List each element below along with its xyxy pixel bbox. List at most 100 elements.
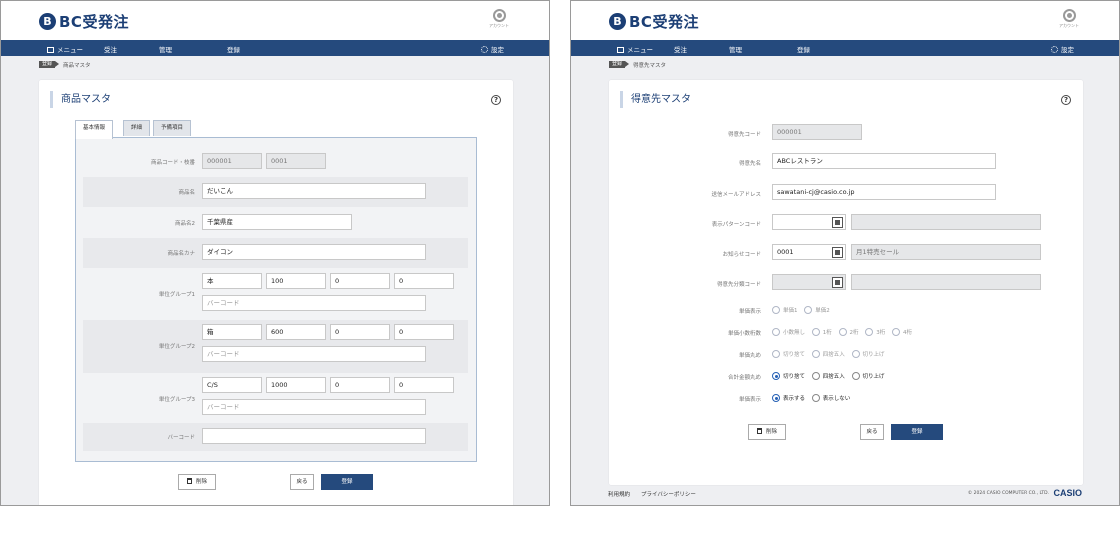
unit-group-3-value2[interactable]: 0: [330, 377, 390, 393]
page-title: 商品マスタ: [50, 91, 111, 108]
nav-order[interactable]: 受注: [104, 44, 117, 54]
app-header: B BC受発注 アカウント: [1, 1, 549, 40]
back-button[interactable]: 戻る: [860, 424, 884, 440]
customer-master-window: B BC受発注 アカウント メニュー 受注 管理 登録 設定 登録 得意先マスタ…: [570, 0, 1120, 506]
account-icon: [492, 9, 506, 22]
unit-group-2-value3[interactable]: 0: [394, 324, 454, 340]
app-logo[interactable]: B BC受発注: [39, 11, 129, 32]
label-product-name2: 商品名2: [175, 221, 195, 227]
save-button[interactable]: 登録: [321, 474, 373, 490]
unit-group-2-unit[interactable]: 箱: [202, 324, 262, 340]
account-label: アカウント: [1059, 23, 1079, 28]
notice-name-field: 月1特売セール: [851, 244, 1041, 260]
unit-group-1-value2[interactable]: 0: [330, 273, 390, 289]
unit-group-3-unit[interactable]: C/S: [202, 377, 262, 393]
label-pattern-code: 表示パターンコード: [711, 222, 761, 228]
product-kana-input[interactable]: ダイコン: [202, 244, 426, 260]
radio-option: 2桁: [838, 328, 859, 336]
email-input[interactable]: sawatani-cj@casio.co.jp: [772, 184, 996, 200]
label-unit-group-2: 単位グループ2: [158, 344, 195, 350]
nav-manage[interactable]: 管理: [159, 44, 172, 54]
app-logo[interactable]: B BC受発注: [609, 11, 699, 32]
label-price-visibility: 単価表示: [738, 397, 761, 403]
label-unit-group-1: 単位グループ1: [158, 292, 195, 298]
form-row-name2: 商品名2 千葉県産: [83, 207, 468, 238]
unit-group-1-value3[interactable]: 0: [394, 273, 454, 289]
help-icon[interactable]: ?: [491, 95, 501, 105]
product-master-window: B BC受発注 アカウント メニュー 受注 管理 登録 設定 登録 商品マスタ …: [0, 0, 550, 506]
unit-group-3-value3[interactable]: 0: [394, 377, 454, 393]
label-category-code: 得意先分類コード: [716, 282, 761, 288]
unit-group-1-barcode[interactable]: バーコード: [202, 295, 426, 311]
radio-label: 切り捨て: [783, 374, 806, 380]
nav-order[interactable]: 受注: [674, 44, 687, 54]
form-row-barcode: バーコード: [83, 423, 468, 451]
total-rounding-radio-group: 切り捨て 四捨五入 切り上げ: [772, 372, 890, 380]
back-button[interactable]: 戻る: [290, 474, 314, 490]
nav-register[interactable]: 登録: [227, 44, 240, 54]
help-icon[interactable]: ?: [1061, 95, 1071, 105]
tab-details[interactable]: 詳細: [123, 120, 151, 136]
account-button[interactable]: アカウント: [489, 9, 509, 29]
customer-name-input[interactable]: ABCレストラン: [772, 153, 996, 169]
form-row-unit-group-3: 単位グループ3 C/S 1000 0 0 バーコード: [83, 373, 468, 423]
radio-circle: [811, 328, 820, 336]
terms-link[interactable]: 利用規約: [608, 490, 630, 498]
logo-mark: B: [39, 13, 56, 30]
nav-register[interactable]: 登録: [797, 44, 810, 54]
lookup-icon[interactable]: [832, 277, 843, 288]
radio-option: 四捨五入: [811, 350, 845, 358]
unit-group-3-qty[interactable]: 1000: [266, 377, 326, 393]
lookup-icon[interactable]: [832, 247, 843, 258]
delete-button[interactable]: 削除: [178, 474, 216, 490]
radio-label: 四捨五入: [822, 374, 845, 380]
nav-manage[interactable]: 管理: [729, 44, 742, 54]
label-product-kana: 商品名カナ: [167, 251, 195, 257]
privacy-link[interactable]: プライバシーポリシー: [641, 490, 696, 498]
radio-circle: [851, 372, 860, 380]
brand-logo: CASIO: [1053, 488, 1082, 498]
form-row-name: 商品名 だいこん: [83, 177, 468, 207]
label-customer-name: 得意先名: [738, 161, 761, 167]
unit-group-1-unit[interactable]: 本: [202, 273, 262, 289]
nav-settings[interactable]: 設定: [481, 44, 504, 54]
radio-option-selected[interactable]: 切り捨て: [772, 372, 805, 380]
radio-circle: [811, 394, 820, 402]
radio-label: 表示する: [783, 396, 806, 402]
main-nav: メニュー 受注 管理 登録 設定: [571, 40, 1119, 56]
save-button[interactable]: 登録: [891, 424, 943, 440]
unit-group-3-barcode[interactable]: バーコード: [202, 399, 426, 415]
lookup-icon[interactable]: [832, 217, 843, 228]
radio-option[interactable]: 表示しない: [811, 394, 850, 402]
radio-option-selected[interactable]: 表示する: [772, 394, 805, 402]
radio-option: 3桁: [865, 328, 885, 336]
form-row-code: 商品コード・枝番 000001 0001: [83, 146, 468, 177]
radio-label: 単価2: [815, 308, 830, 314]
tab-spare-fields[interactable]: 予備項目: [153, 120, 192, 136]
tab-basic-info[interactable]: 基本情報: [75, 120, 114, 139]
radio-circle: [772, 350, 780, 358]
barcode-input[interactable]: [202, 428, 426, 444]
delete-button-label: 削除: [765, 429, 777, 435]
nav-menu[interactable]: メニュー: [47, 44, 83, 54]
product-name2-input[interactable]: 千葉県産: [202, 214, 352, 230]
unit-group-2-value2[interactable]: 0: [330, 324, 390, 340]
radio-option[interactable]: 四捨五入: [811, 372, 845, 380]
product-name-input[interactable]: だいこん: [202, 183, 426, 199]
trash-icon: [186, 478, 192, 484]
label-unit-group-3: 単位グループ3: [158, 397, 195, 403]
price-visibility-radio-group: 表示する 表示しない: [772, 394, 855, 402]
account-button[interactable]: アカウント: [1059, 9, 1079, 29]
unit-group-2-qty[interactable]: 600: [266, 324, 326, 340]
nav-menu[interactable]: メニュー: [617, 44, 653, 54]
delete-button[interactable]: 削除: [748, 424, 786, 440]
nav-menu-label: メニュー: [627, 46, 653, 54]
unit-group-1-qty[interactable]: 100: [266, 273, 326, 289]
logo-mark: B: [609, 13, 626, 30]
unit-group-2-barcode[interactable]: バーコード: [202, 346, 426, 362]
nav-settings[interactable]: 設定: [1051, 44, 1074, 54]
radio-option[interactable]: 切り上げ: [851, 372, 885, 380]
radio-label: 4桁: [903, 330, 913, 336]
radio-label: 3桁: [876, 330, 886, 336]
account-icon: [1062, 9, 1076, 22]
